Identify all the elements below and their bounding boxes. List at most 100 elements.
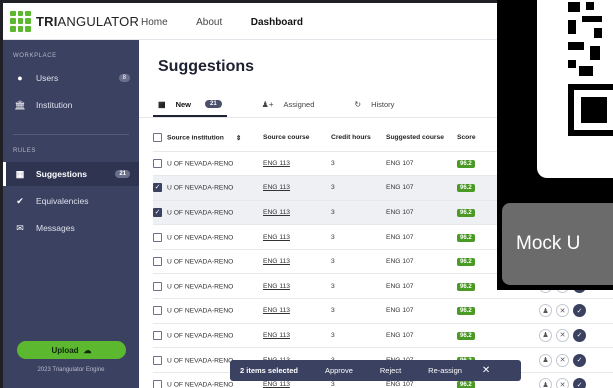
cell-source-course: ENG 113 <box>263 175 331 201</box>
approve-icon[interactable]: ✓ <box>573 304 586 318</box>
row-checkbox[interactable] <box>153 281 162 291</box>
close-icon[interactable]: ✕ <box>482 365 490 376</box>
sidebar-item-label: Users <box>36 73 59 83</box>
sidebar-item-institution[interactable]: 🏛 Institution <box>3 93 139 117</box>
cell-credit-hours: 3 <box>331 323 386 349</box>
source-course-link[interactable]: ENG 113 <box>263 283 290 290</box>
approve-icon[interactable]: ✓ <box>573 378 586 388</box>
tab-label: History <box>371 99 395 109</box>
source-course-link[interactable]: ENG 113 <box>263 160 290 167</box>
source-course-link[interactable]: ENG 113 <box>263 234 290 241</box>
reject-button[interactable]: Reject <box>380 366 401 375</box>
cell-score: 96.2 <box>457 323 527 349</box>
cell-credit-hours: 3 <box>331 298 386 324</box>
grid-icon: ▦ <box>15 168 25 179</box>
nav-home[interactable]: Home <box>141 17 168 28</box>
header-suggested-course: Suggested course <box>386 125 457 152</box>
assign-user-icon[interactable]: ♟ <box>539 353 552 367</box>
row-checkbox[interactable]: ✓ <box>153 183 162 193</box>
sidebar-item-equivalencies[interactable]: ✔ Equivalencies <box>3 189 139 213</box>
cell-source-course: ENG 113 <box>263 224 331 250</box>
source-course-link[interactable]: ENG 113 <box>263 209 290 216</box>
assign-user-icon[interactable]: ♟ <box>539 328 552 342</box>
user-icon: ● <box>17 73 23 83</box>
row-checkbox[interactable] <box>153 158 162 168</box>
check-circle-icon: ✔ <box>16 195 24 206</box>
reject-icon[interactable]: ✕ <box>556 304 569 318</box>
tab-new[interactable]: ▦ New 21 <box>153 93 227 117</box>
reject-icon[interactable]: ✕ <box>556 353 569 367</box>
source-course-link[interactable]: ENG 113 <box>263 258 290 265</box>
row-checkbox[interactable] <box>153 330 162 340</box>
score-badge: 96.2 <box>457 381 475 388</box>
cell-source-course: ENG 113 <box>263 273 331 300</box>
tab-history[interactable]: ↻ History <box>354 93 394 115</box>
upload-label: Upload <box>51 345 79 355</box>
nav-about[interactable]: About <box>196 17 222 28</box>
sidebar-item-users[interactable]: ● Users 8 <box>3 66 139 90</box>
row-checkbox[interactable] <box>153 306 162 316</box>
source-course-link[interactable]: ENG 113 <box>263 332 290 339</box>
cell-source-course: ENG 113 <box>263 323 331 349</box>
header-source-institution[interactable]: Source institution ⇕ <box>153 125 263 152</box>
sidebar-divider <box>13 134 129 135</box>
row-checkbox[interactable]: ✓ <box>153 207 162 217</box>
score-badge: 96.2 <box>457 233 475 242</box>
app-logo[interactable]: TRIANGULATOR <box>10 10 141 32</box>
sidebar-item-messages[interactable]: ✉ Messages <box>3 216 139 240</box>
score-badge: 96.2 <box>457 184 475 193</box>
row-checkbox[interactable] <box>153 257 162 267</box>
approve-button[interactable]: Approve <box>325 366 353 375</box>
cell-suggested-course: ENG 107 <box>386 273 457 300</box>
sidebar-item-suggestions[interactable]: ▦ Suggestions 21 <box>3 162 139 186</box>
cell-suggested-course: ENG 107 <box>386 151 457 177</box>
source-course-link[interactable]: ENG 113 <box>263 184 290 191</box>
institution-icon: 🏛 <box>14 99 26 110</box>
cell-suggested-course: ENG 107 <box>386 175 457 201</box>
source-course-link[interactable]: ENG 113 <box>263 381 290 388</box>
cell-actions: ♟ ✕ ✓ <box>527 298 613 324</box>
approve-icon[interactable]: ✓ <box>573 353 586 367</box>
new-count-badge: 21 <box>204 100 222 108</box>
upload-button[interactable]: Upload ☁ <box>17 341 126 359</box>
reject-icon[interactable]: ✕ <box>556 378 569 388</box>
logo-grid-icon <box>10 10 31 32</box>
nav-dashboard[interactable]: Dashboard <box>251 17 303 28</box>
select-all-checkbox[interactable] <box>153 133 162 143</box>
cell-credit-hours: 3 <box>331 151 386 177</box>
header-source-course: Source course <box>263 125 331 152</box>
cell-source-institution: U OF NEVADA-RENO <box>153 151 263 177</box>
sort-icon[interactable]: ⇕ <box>236 135 242 142</box>
cell-suggested-course: ENG 107 <box>386 323 457 349</box>
assign-user-icon: ♟+ <box>261 99 274 109</box>
cell-source-institution: ✓ U OF NEVADA-RENO <box>153 175 263 201</box>
tab-assigned[interactable]: ♟+ Assigned <box>262 93 315 115</box>
qr-code-image <box>537 0 613 178</box>
reject-icon[interactable]: ✕ <box>556 328 569 342</box>
cell-source-institution: U OF NEVADA-RENO <box>153 249 263 275</box>
selected-count: 2 items selected <box>240 366 298 375</box>
cell-source-course: ENG 113 <box>263 151 331 177</box>
row-checkbox[interactable] <box>153 232 162 242</box>
score-badge: 96.2 <box>457 331 475 340</box>
assign-user-icon[interactable]: ♟ <box>539 304 552 318</box>
sidebar-item-label: Messages <box>36 223 75 233</box>
tab-label: Assigned <box>283 99 315 109</box>
reassign-button[interactable]: Re-assign <box>428 366 462 375</box>
source-course-link[interactable]: ENG 113 <box>263 307 290 314</box>
score-badge: 96.2 <box>457 282 475 291</box>
sidebar-item-label: Equivalencies <box>36 196 89 206</box>
row-checkbox[interactable] <box>153 380 162 388</box>
approve-icon[interactable]: ✓ <box>573 328 586 342</box>
table-row[interactable]: U OF NEVADA-RENOENG 113 3ENG 10796.2 ♟ ✕ ✓ <box>153 298 613 324</box>
cell-source-institution: U OF NEVADA-RENO <box>153 298 263 324</box>
table-row[interactable]: U OF NEVADA-RENOENG 113 3ENG 10796.2 ♟ ✕ ✓ <box>153 323 613 349</box>
grid-icon: ▦ <box>158 99 166 109</box>
suggestion-tabs: ▦ New 21 ♟+ Assigned ↻ History <box>153 93 434 117</box>
score-badge: 96.2 <box>457 208 475 217</box>
cell-actions: ♟ ✕ ✓ <box>527 323 613 349</box>
suggestions-count-badge: 21 <box>115 170 130 178</box>
users-count-badge: 8 <box>118 74 130 82</box>
row-checkbox[interactable] <box>153 355 162 365</box>
assign-user-icon[interactable]: ♟ <box>539 378 552 388</box>
